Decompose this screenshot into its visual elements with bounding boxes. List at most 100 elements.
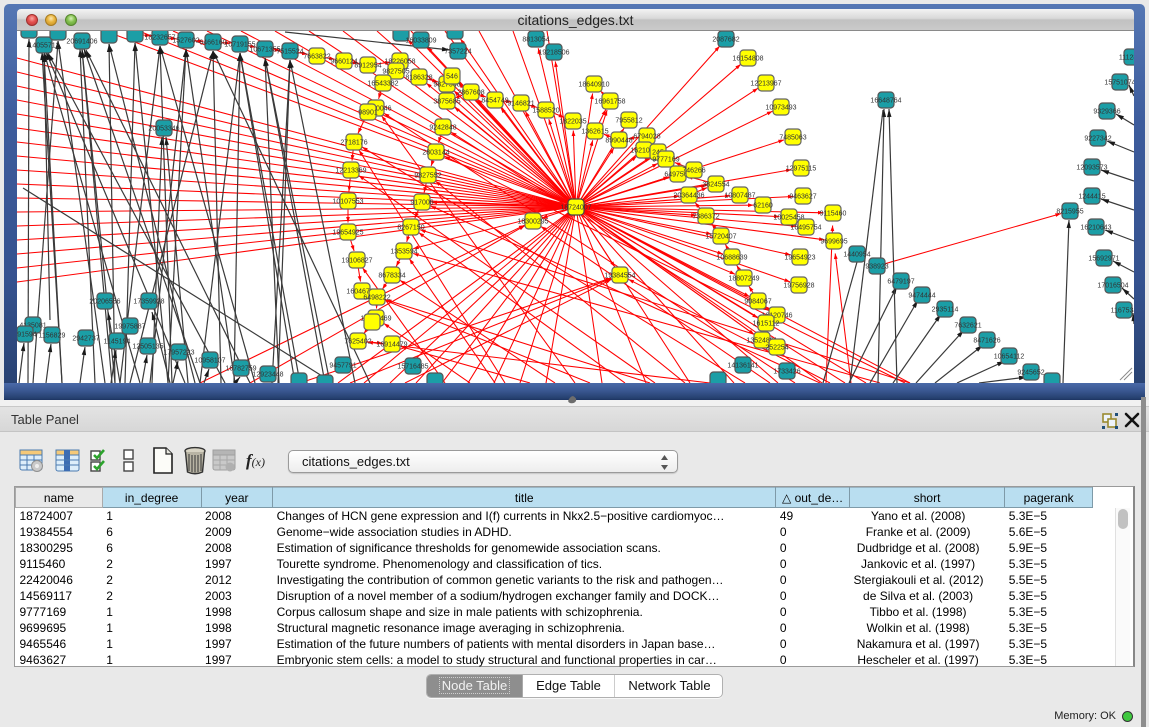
svg-text:15716485: 15716485 xyxy=(397,364,428,371)
svg-text:546: 546 xyxy=(446,74,458,81)
svg-text:1362615: 1362615 xyxy=(581,129,608,136)
svg-text:8215955: 8215955 xyxy=(1056,209,1083,216)
svg-text:12213369: 12213369 xyxy=(335,168,366,175)
svg-text:18724007: 18724007 xyxy=(560,205,591,212)
svg-text:9084067: 9084067 xyxy=(744,299,771,306)
svg-text:2935114: 2935114 xyxy=(932,307,959,314)
svg-text:20691406: 20691406 xyxy=(66,39,97,46)
svg-text:12975115: 12975115 xyxy=(786,166,817,173)
svg-text:12093573: 12093573 xyxy=(1076,165,1107,172)
svg-text:19384554: 19384554 xyxy=(604,273,635,280)
svg-text:20364436: 20364436 xyxy=(673,193,704,200)
svg-text:12213967: 12213967 xyxy=(750,81,781,88)
svg-text:7515524: 7515524 xyxy=(276,49,303,56)
svg-text:8186328: 8186328 xyxy=(405,75,432,82)
svg-text:18807249: 18807249 xyxy=(728,276,759,283)
svg-text:8678334: 8678334 xyxy=(378,273,405,280)
svg-text:18640910: 18640910 xyxy=(578,82,609,89)
svg-text:1244415: 1244415 xyxy=(1078,194,1105,201)
svg-text:12505135: 12505135 xyxy=(132,344,163,351)
svg-text:15751074: 15751074 xyxy=(1104,80,1134,87)
svg-text:15720407: 15720407 xyxy=(705,234,736,241)
svg-text:16961758: 16961758 xyxy=(594,99,625,106)
svg-text:62160: 62160 xyxy=(753,203,773,210)
svg-text:16210643: 16210643 xyxy=(1080,225,1111,232)
svg-text:7357224: 7357224 xyxy=(444,49,471,56)
svg-text:15692971: 15692971 xyxy=(1088,256,1119,263)
svg-text:391594: 391594 xyxy=(17,332,37,339)
svg-text:9245652: 9245652 xyxy=(1017,370,1044,377)
svg-text:9457791: 9457791 xyxy=(329,363,356,370)
svg-text:8454749: 8454749 xyxy=(481,98,508,105)
svg-text:12923448: 12923448 xyxy=(252,372,283,379)
svg-text:8912954: 8912954 xyxy=(354,63,381,70)
svg-text:746266: 746266 xyxy=(682,168,705,175)
svg-text:2867608: 2867608 xyxy=(457,90,484,97)
svg-text:1588520: 1588520 xyxy=(532,108,559,115)
svg-text:10807487: 10807487 xyxy=(724,193,755,200)
svg-text:19756928: 19756928 xyxy=(783,283,814,290)
svg-text:9242848: 9242848 xyxy=(429,125,456,132)
svg-text:17359928: 17359928 xyxy=(133,299,164,306)
svg-text:1112819: 1112819 xyxy=(1119,55,1134,62)
svg-text:7625402: 7625402 xyxy=(344,339,371,346)
svg-text:10107553: 10107553 xyxy=(332,199,363,206)
svg-text:1353594: 1353594 xyxy=(390,249,417,256)
svg-text:7663822: 7663822 xyxy=(303,54,330,61)
svg-text:19106827: 19106827 xyxy=(341,258,372,265)
svg-text:2942737: 2942737 xyxy=(72,336,99,343)
svg-text:19654925: 19654925 xyxy=(332,230,363,237)
svg-text:16495754: 16495754 xyxy=(790,225,821,232)
svg-text:1733426: 1733426 xyxy=(773,369,800,376)
svg-text:8813054: 8813054 xyxy=(522,37,549,44)
svg-text:18300295: 18300295 xyxy=(517,219,548,226)
svg-text:7386372: 7386372 xyxy=(692,214,719,221)
svg-text:7632621: 7632621 xyxy=(954,323,981,330)
svg-text:7485063: 7485063 xyxy=(779,135,806,142)
svg-text:10688639: 10688639 xyxy=(716,255,747,262)
svg-text:8267150: 8267150 xyxy=(397,225,424,232)
svg-text:1145194: 1145194 xyxy=(104,339,131,346)
svg-text:17957223: 17957223 xyxy=(163,350,194,357)
svg-text:10973493: 10973493 xyxy=(765,105,796,112)
svg-text:3875685: 3875685 xyxy=(433,99,460,106)
svg-text:10654112: 10654112 xyxy=(994,354,1025,361)
svg-text:9699695: 9699695 xyxy=(820,239,847,246)
svg-text:1156829: 1156829 xyxy=(39,333,66,340)
svg-text:14055712: 14055712 xyxy=(28,43,59,50)
svg-text:16033809: 16033809 xyxy=(405,38,436,45)
svg-text:20206556: 20206556 xyxy=(89,299,120,306)
svg-text:16154808: 16154808 xyxy=(732,56,763,63)
svg-text:7955812: 7955812 xyxy=(615,118,642,125)
svg-text:9329366: 9329366 xyxy=(1093,109,1120,116)
svg-text:6466160: 6466160 xyxy=(199,40,226,47)
svg-text:16648764: 16648764 xyxy=(870,98,901,105)
svg-text:19975887: 19975887 xyxy=(114,324,145,331)
svg-text:1615112: 1615112 xyxy=(753,321,780,328)
svg-text:9115460: 9115460 xyxy=(820,211,847,218)
svg-text:9463627: 9463627 xyxy=(789,194,816,201)
svg-text:19654923: 19654923 xyxy=(784,255,815,262)
svg-text:1822035: 1822035 xyxy=(559,119,586,126)
svg-text:917006: 917006 xyxy=(410,200,433,207)
svg-text:6794028: 6794028 xyxy=(633,134,660,141)
svg-text:16543382: 16543382 xyxy=(367,81,398,88)
svg-text:14136141: 14136141 xyxy=(727,363,758,370)
svg-text:9146821: 9146821 xyxy=(507,101,534,108)
svg-text:1167534: 1167534 xyxy=(1111,308,1134,315)
svg-text:3824554: 3824554 xyxy=(702,182,729,189)
svg-text:17016504: 17016504 xyxy=(1097,283,1128,290)
svg-text:6498222: 6498222 xyxy=(363,295,390,302)
svg-text:252254: 252254 xyxy=(765,345,788,352)
svg-text:8471626: 8471626 xyxy=(973,338,1000,345)
svg-text:98901: 98901 xyxy=(358,110,378,117)
svg-text:9474444: 9474444 xyxy=(908,293,935,300)
svg-text:20053346: 20053346 xyxy=(148,126,179,133)
svg-text:16914479: 16914479 xyxy=(376,342,407,349)
svg-text:9777169: 9777169 xyxy=(652,157,679,164)
svg-text:2718176: 2718176 xyxy=(340,140,367,147)
svg-text:6479197: 6479197 xyxy=(887,279,914,286)
svg-text:9827552: 9827552 xyxy=(414,173,441,180)
svg-text:19218506: 19218506 xyxy=(538,50,569,57)
svg-text:18232657: 18232657 xyxy=(144,35,175,42)
